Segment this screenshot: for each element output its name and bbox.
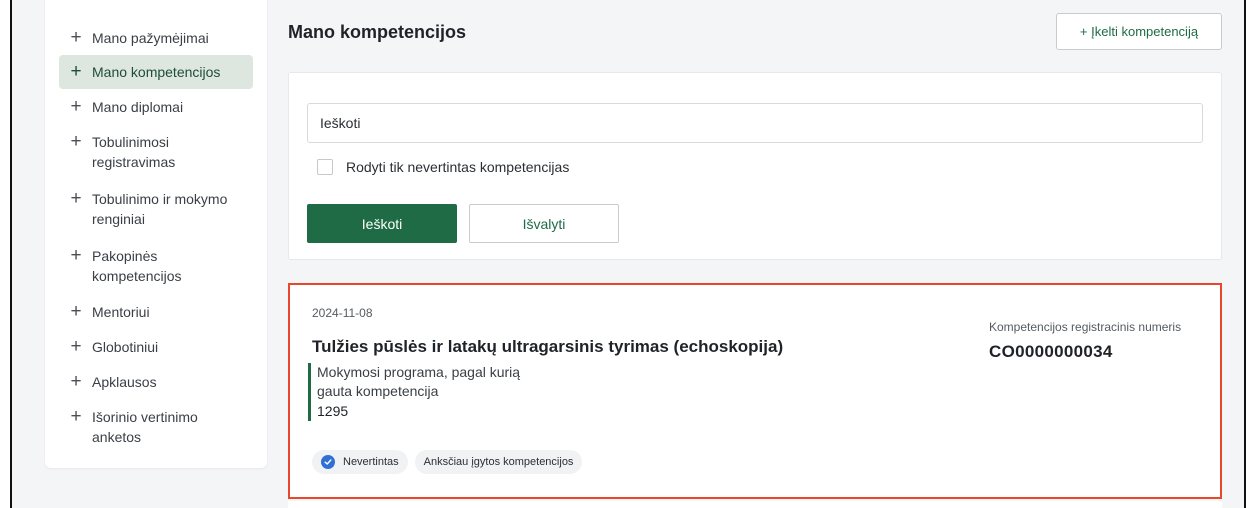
plus-icon: + xyxy=(70,27,82,48)
competency-title[interactable]: Tulžies pūslės ir latakų ultragarsinis t… xyxy=(312,337,783,357)
badge-list: Nevertintas Anksčiau įgytos kompetencijo… xyxy=(312,450,583,474)
program-label: Mokymosi programa, pagal kurią gauta kom… xyxy=(317,364,521,399)
status-badge-label: Nevertintas xyxy=(343,456,399,468)
sidebar-item-label: Apklausos xyxy=(92,374,157,390)
registration-number-label: Kompetencijos registracinis numeris xyxy=(989,320,1182,334)
sidebar-item-label: Tobulinimosi registravimas xyxy=(92,134,176,170)
plus-icon: + xyxy=(70,96,82,117)
sidebar-item-label: Išorinio vertinimo anketos xyxy=(92,409,198,445)
sidebar-item-label: Globotiniui xyxy=(92,339,159,355)
unevaluated-checkbox[interactable] xyxy=(317,159,333,175)
checkbox-label: Rodyti tik nevertintas kompetencijas xyxy=(346,159,570,175)
sidebar: + Mano pažymėjimai + Mano kompetencijos … xyxy=(45,0,267,468)
sidebar-item-tiered-competencies[interactable]: + Pakopinės kompetencijos xyxy=(59,246,253,286)
plus-icon: + xyxy=(70,371,82,392)
sidebar-item-external-evaluation[interactable]: + Išorinio vertinimo anketos xyxy=(59,407,253,447)
type-badge: Anksčiau įgytos kompetencijos xyxy=(414,450,583,474)
sidebar-item-mentor[interactable]: + Mentoriui xyxy=(59,302,253,322)
sidebar-item-diplomas[interactable]: + Mano diplomai xyxy=(59,97,253,117)
filter-card: Rodyti tik nevertintas kompetencijas Ieš… xyxy=(288,72,1222,260)
sidebar-item-training-registration[interactable]: + Tobulinimosi registravimas xyxy=(59,132,253,172)
sidebar-item-competencies[interactable]: + Mano kompetencijos xyxy=(59,55,253,89)
upload-competency-button[interactable]: + Įkelti kompetenciją xyxy=(1056,13,1222,50)
plus-icon: + xyxy=(70,131,82,152)
sidebar-item-label: Mano kompetencijos xyxy=(92,64,221,80)
sidebar-item-label: Tobulinimo ir mokymo renginiai xyxy=(92,191,228,227)
plus-icon: + xyxy=(70,336,82,357)
sidebar-item-certificates[interactable]: + Mano pažymėjimai xyxy=(59,28,253,48)
program-value: 1295 xyxy=(317,403,349,419)
program-block: Mokymosi programa, pagal kurią gauta kom… xyxy=(308,363,577,421)
competency-date: 2024-11-08 xyxy=(312,306,373,320)
plus-icon: + xyxy=(70,406,82,427)
plus-icon: + xyxy=(70,61,82,82)
search-input[interactable] xyxy=(307,103,1203,143)
sidebar-item-surveys[interactable]: + Apklausos xyxy=(59,372,253,392)
next-card-edge xyxy=(288,501,1222,508)
registration-number: CO0000000034 xyxy=(989,342,1113,361)
sidebar-item-mentee[interactable]: + Globotiniui xyxy=(59,337,253,357)
plus-icon: + xyxy=(70,245,82,266)
plus-icon: + xyxy=(70,188,82,209)
sidebar-item-label: Mano diplomai xyxy=(92,99,184,115)
search-button[interactable]: Ieškoti xyxy=(307,204,457,243)
sidebar-item-label: Pakopinės kompetencijos xyxy=(92,248,182,284)
sidebar-item-label: Mentoriui xyxy=(92,304,150,320)
sidebar-item-training-events[interactable]: + Tobulinimo ir mokymo renginiai xyxy=(59,189,253,229)
sidebar-item-label: Mano pažymėjimai xyxy=(92,30,209,46)
status-badge: Nevertintas xyxy=(312,450,408,474)
competency-card[interactable]: 2024-11-08 Tulžies pūslės ir latakų ultr… xyxy=(288,283,1222,499)
unevaluated-filter[interactable]: Rodyti tik nevertintas kompetencijas xyxy=(317,159,569,175)
plus-icon: + xyxy=(70,301,82,322)
type-badge-label: Anksčiau įgytos kompetencijos xyxy=(423,456,574,468)
page-title: Mano kompetencijos xyxy=(288,22,467,42)
clear-button[interactable]: Išvalyti xyxy=(469,204,619,243)
check-circle-icon xyxy=(321,455,335,469)
